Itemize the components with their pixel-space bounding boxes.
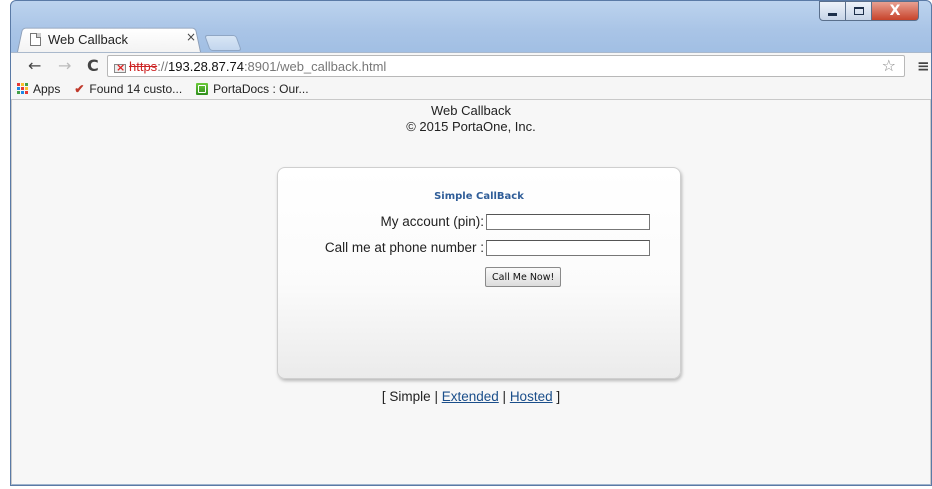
minimize-button[interactable] [819, 1, 846, 21]
insecure-lock-icon[interactable]: × [114, 60, 126, 74]
url-host: 193.28.87.74 [168, 58, 244, 74]
checkmark-icon: ✔ [74, 81, 85, 96]
reload-icon[interactable]: C [87, 56, 99, 75]
forward-arrow-icon[interactable]: → [58, 56, 71, 75]
bookmark-star-icon[interactable]: ☆ [882, 56, 896, 75]
browser-toolbar: ← → C × https://193.28.87.74:8901/web_ca… [11, 52, 931, 78]
menu-icon[interactable]: ≡ [917, 57, 930, 75]
bookmark-found-customers[interactable]: ✔ Found 14 custo... [74, 82, 182, 96]
minimize-icon [828, 12, 837, 16]
bookmarks-bar: Apps ✔ Found 14 custo... PortaDocs : Our… [11, 78, 931, 100]
page-icon [30, 32, 41, 46]
new-tab-button[interactable] [204, 35, 242, 51]
copyright-text: © 2015 PortaOne, Inc. [406, 119, 536, 134]
portadocs-icon [196, 82, 209, 95]
phone-input[interactable] [486, 240, 650, 256]
url-path: :8901/web_callback.html [243, 58, 387, 74]
bookmark-label: Found 14 custo... [89, 81, 183, 96]
link-extended[interactable]: Extended [442, 389, 499, 404]
tab-close-icon[interactable]: × [186, 30, 196, 44]
tab-title: Web Callback [48, 31, 128, 47]
bookmark-apps[interactable]: Apps [17, 82, 60, 96]
maximize-icon [853, 7, 864, 15]
bookmark-label: Apps [33, 81, 61, 96]
page-title: Web Callback [431, 103, 511, 118]
mode-links: [ Simple | Extended | Hosted ] [12, 389, 930, 404]
tab-content[interactable]: Web Callback × [30, 29, 205, 49]
window-controls: X [819, 1, 919, 21]
link-separator: | [434, 389, 438, 404]
call-me-now-button[interactable]: Call Me Now! [485, 267, 562, 287]
callback-form-panel: Simple CallBack My account (pin): Call m… [277, 167, 681, 379]
desktop-edge [0, 100, 10, 489]
pin-label: My account (pin): [380, 214, 484, 229]
bracket-close: ] [556, 389, 561, 404]
maximize-button[interactable] [846, 1, 872, 21]
link-separator: | [502, 389, 507, 404]
address-bar[interactable]: × https://193.28.87.74:8901/web_callback… [107, 55, 905, 77]
pin-input[interactable] [486, 214, 650, 230]
form-title: Simple CallBack [434, 191, 524, 202]
bookmark-label: PortaDocs : Our... [213, 81, 309, 96]
apps-grid-icon [17, 83, 28, 94]
link-hosted[interactable]: Hosted [510, 389, 553, 404]
link-simple: Simple [389, 389, 431, 404]
close-window-button[interactable]: X [872, 1, 919, 21]
url-scheme: https [129, 58, 158, 74]
bracket-open: [ [381, 389, 386, 404]
page-viewport: Web Callback © 2015 PortaOne, Inc. Simpl… [11, 100, 931, 485]
url-separator: :// [157, 58, 169, 74]
phone-label: Call me at phone number : [324, 240, 484, 255]
bookmark-portadocs[interactable]: PortaDocs : Our... [196, 81, 309, 96]
back-arrow-icon[interactable]: ← [28, 56, 41, 75]
